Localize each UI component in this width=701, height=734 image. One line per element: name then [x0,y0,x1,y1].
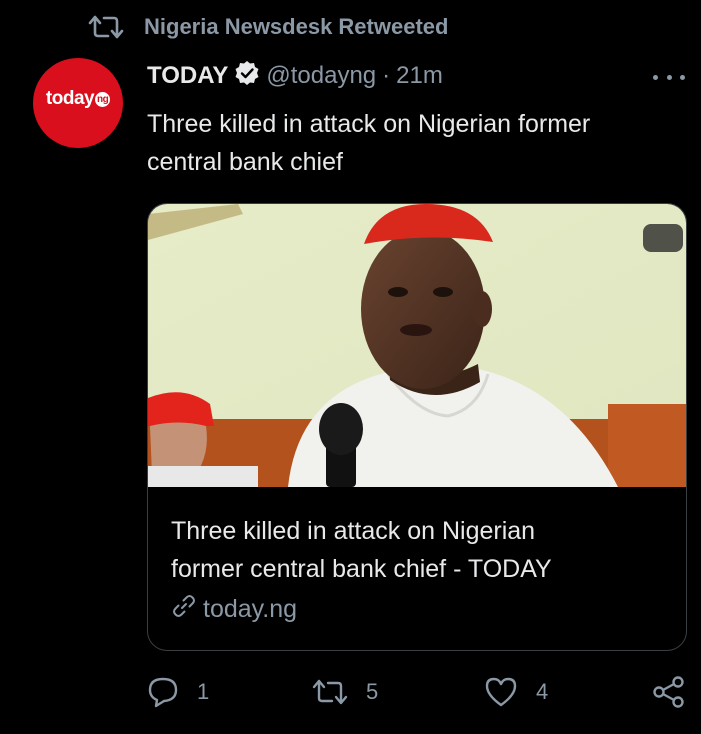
tweet-time[interactable]: 21m [396,62,443,90]
link-card-domain-row[interactable]: today.ng [171,592,297,626]
more-options-icon[interactable] [653,66,685,88]
share-button[interactable] [652,674,686,710]
verified-badge-icon [234,60,260,93]
link-icon [171,593,197,626]
link-card-title-line: former central bank chief - TODAY [171,555,552,583]
link-card-title[interactable]: Three killed in attack on Nigerian forme… [171,512,661,588]
link-preview-image[interactable] [148,204,686,487]
link-card-title-line: Three killed in attack on Nigerian [171,517,536,545]
retweet-icon [88,14,124,40]
reply-button[interactable]: 1 [147,674,209,710]
tweet-header: TODAY @todayng · 21m [147,58,443,94]
retweet-button[interactable]: 5 [312,674,378,710]
author-avatar[interactable]: today ng [33,58,123,148]
today-ng-logo: today ng [45,88,111,110]
reply-icon [147,676,179,708]
retweeted-by-text: Nigeria Newsdesk Retweeted [144,14,449,39]
logo-badge: ng [95,91,111,107]
link-card-domain: today.ng [203,594,298,623]
retweeted-by-header[interactable]: Nigeria Newsdesk Retweeted [88,12,448,42]
separator-dot: · [382,62,391,89]
author-name[interactable]: TODAY [147,62,228,90]
tweet-text-line: Three killed in attack on Nigerian forme… [147,110,591,138]
like-button[interactable]: 4 [484,674,548,710]
reply-count: 1 [197,679,210,704]
like-count: 4 [536,679,549,704]
author-handle[interactable]: @todayng [266,62,376,90]
retweet-count: 5 [366,679,379,704]
logo-text: today [45,88,95,109]
heart-icon [484,676,518,708]
tweet-text-line: central bank chief [147,148,343,176]
link-preview-card[interactable]: Three killed in attack on Nigerian forme… [147,203,687,651]
share-icon [652,675,686,709]
retweet-icon [312,678,348,706]
tweet-text: Three killed in attack on Nigerian forme… [147,105,667,181]
